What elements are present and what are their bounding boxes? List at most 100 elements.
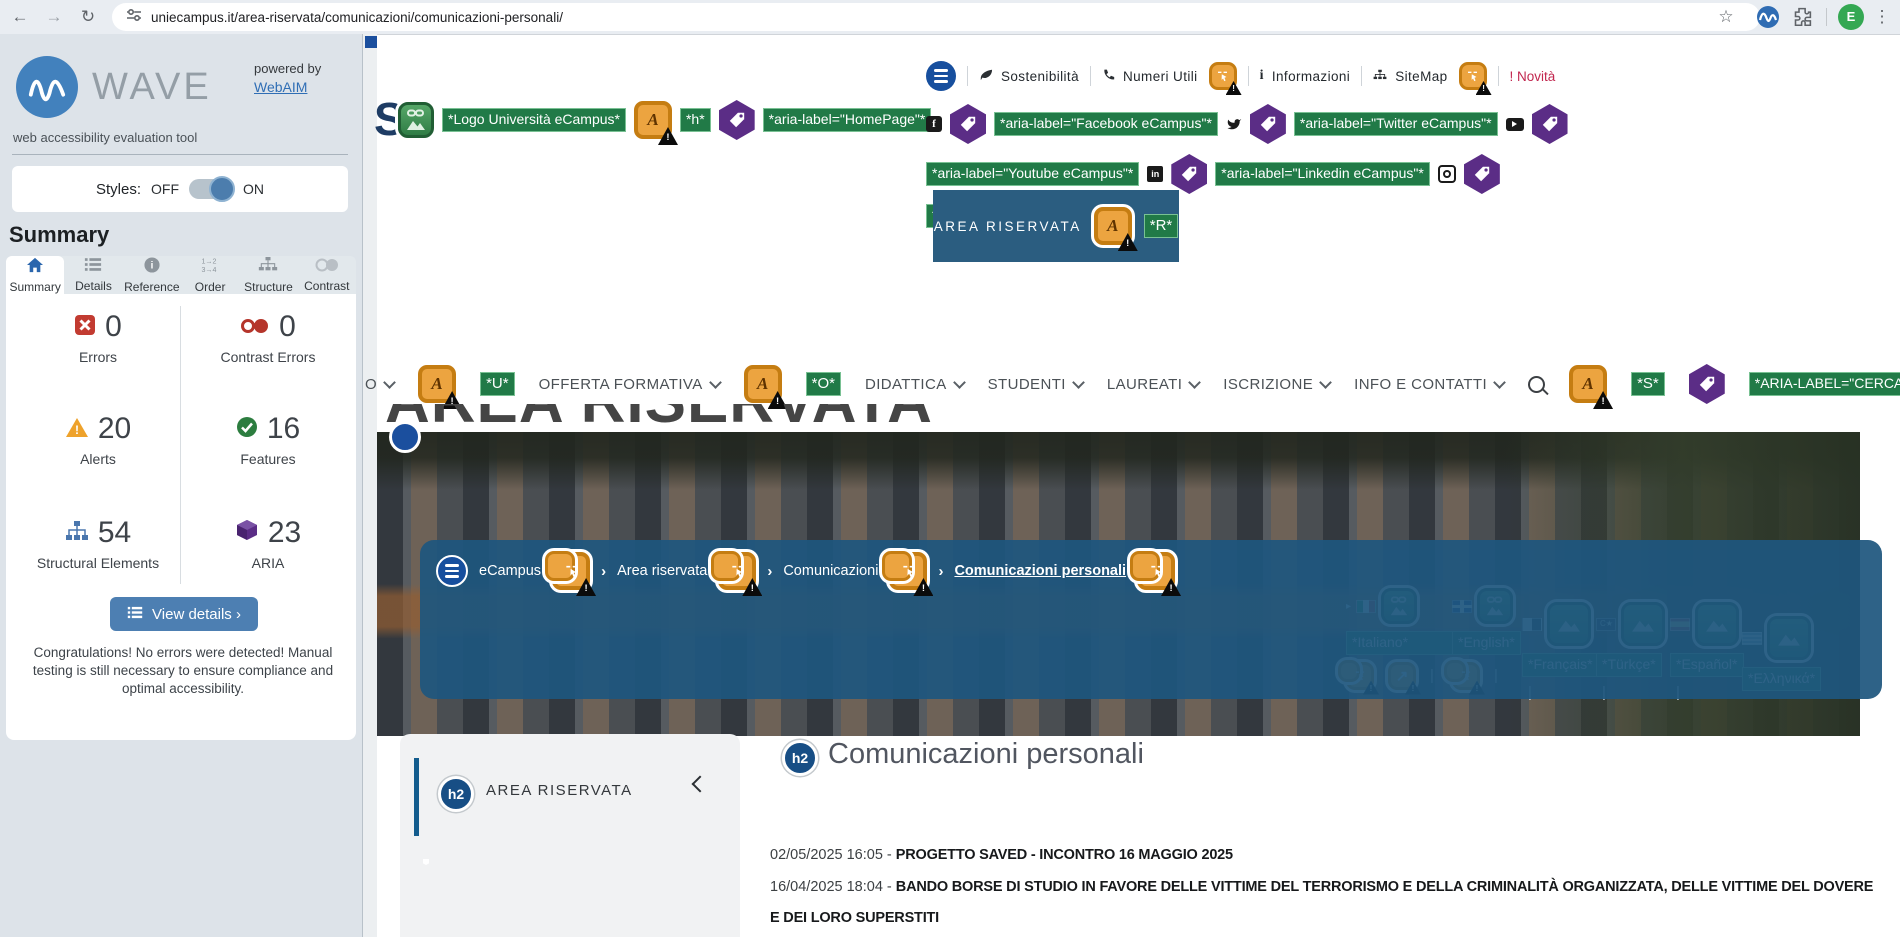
- utility-item-sitemap[interactable]: SiteMap: [1373, 69, 1447, 84]
- aria-label-icon[interactable]: [947, 101, 989, 147]
- nav-item-offerta-formativa[interactable]: OFFERTA FORMATIVA: [539, 376, 722, 393]
- breadcrumb-item-ecampus[interactable]: eCampus: [479, 563, 541, 579]
- region-badge: *O*: [805, 371, 841, 397]
- site-settings-icon[interactable]: [126, 8, 142, 27]
- profile-avatar[interactable]: E: [1838, 4, 1864, 30]
- news-list-item[interactable]: 02/05/2025 16:05 - PROGETTO SAVED - INCO…: [770, 840, 1233, 871]
- wave-extension-icon[interactable]: [1756, 5, 1780, 34]
- breadcrumb-item-area-riservata[interactable]: Area riservata: [617, 563, 707, 579]
- utility-nav: Sostenibilità Numeri Utili ! i Informazi…: [926, 58, 1556, 95]
- news-title[interactable]: BANDO BORSE DI STUDIO IN FAVORE DELLE VI…: [770, 879, 1873, 926]
- summary-heading: Summary: [9, 222, 110, 247]
- alert-icon-stack[interactable]: !: [545, 551, 597, 596]
- toolbar-divider: [1826, 8, 1827, 26]
- region-badge: *U*: [480, 371, 515, 397]
- nav-item-didattica[interactable]: DIDATTICA: [865, 376, 966, 393]
- nav-item-iscrizione[interactable]: ISCRIZIONE: [1223, 376, 1332, 393]
- browser-menu-icon[interactable]: ⋮: [1868, 4, 1896, 30]
- stat-label: Errors: [78, 349, 118, 365]
- alert-icon[interactable]: !: [1208, 62, 1242, 95]
- address-bar[interactable]: uniecampus.it/area-riservata/comunicazio…: [112, 3, 1760, 31]
- linked-image-alt-icon[interactable]: [398, 102, 434, 138]
- alert-icon[interactable]: A!: [743, 365, 788, 409]
- tab-order[interactable]: 1→2 3→4 Order: [181, 256, 239, 294]
- list-icon: [84, 257, 102, 277]
- chevron-down-icon: [1493, 375, 1506, 389]
- alt-text-badge: *Logo Università eCampus*: [442, 108, 626, 132]
- linkedin-icon[interactable]: in: [1147, 166, 1164, 182]
- summary-stats-panel: 0 Errors 0 Contrast Errors ! 20 Alerts 16…: [6, 294, 356, 740]
- aria-label-badge: *ARIA-LABEL="CERCA NEL SITO"*: [1748, 372, 1900, 396]
- news-list-item[interactable]: 16/04/2025 18:04 - BANDO BORSE DI STUDIO…: [770, 872, 1878, 934]
- stat-label: Structural Elements: [36, 555, 160, 571]
- twitter-icon[interactable]: [1226, 118, 1242, 131]
- youtube-icon[interactable]: [1505, 117, 1524, 131]
- search-icon[interactable]: [1528, 375, 1546, 393]
- svg-text:i: i: [150, 260, 153, 271]
- tab-contrast[interactable]: Contrast: [298, 256, 356, 294]
- url-text[interactable]: uniecampus.it/area-riservata/comunicazio…: [151, 10, 563, 25]
- stat-label: Contrast Errors: [220, 349, 316, 365]
- tab-details[interactable]: Details: [64, 256, 122, 294]
- aria-label-badge: *aria-label="Facebook eCampus"*: [994, 112, 1218, 136]
- tab-summary[interactable]: Summary: [6, 256, 65, 294]
- alert-icon[interactable]: !: [1458, 62, 1492, 95]
- aria-label-icon[interactable]: [1246, 101, 1289, 147]
- divider: [12, 154, 348, 155]
- webaim-link[interactable]: WebAIM: [254, 79, 307, 95]
- aria-label-icon[interactable]: [1168, 151, 1211, 197]
- utility-item-sostenibilita[interactable]: Sostenibilità: [979, 68, 1079, 84]
- alert-icon-stack[interactable]: !: [711, 551, 763, 596]
- collapse-chevron-icon[interactable]: [691, 775, 709, 793]
- aria-label-icon[interactable]: [1460, 151, 1503, 197]
- powered-by-text: powered by: [254, 61, 322, 76]
- stat-value: 0: [105, 310, 122, 343]
- utility-item-numeri-utili[interactable]: Numeri Utili: [1102, 68, 1198, 84]
- aria-label-icon[interactable]: [1528, 101, 1571, 147]
- section-sidebar-title[interactable]: AREA RISERVATA: [486, 782, 633, 799]
- back-icon[interactable]: ←: [6, 4, 34, 30]
- tab-reference[interactable]: i Reference: [123, 256, 181, 294]
- contrast-error-icon: [240, 310, 270, 344]
- alert-icon-stack[interactable]: !: [882, 551, 934, 596]
- bookmark-star-icon[interactable]: ☆: [1712, 4, 1740, 30]
- utility-item-novita[interactable]: ! Novità: [1510, 69, 1556, 84]
- tab-structure[interactable]: Structure: [239, 256, 297, 294]
- breadcrumb-item-comunicazioni-personali[interactable]: Comunicazioni personali: [954, 563, 1126, 579]
- alert-icon-stack[interactable]: !: [1130, 551, 1182, 596]
- instagram-icon[interactable]: [1437, 165, 1456, 183]
- tab-label: Summary: [9, 279, 61, 294]
- alert-icon[interactable]: A!: [1569, 365, 1614, 409]
- breadcrumb-item-comunicazioni[interactable]: Comunicazioni: [783, 563, 878, 579]
- page-fragment: [365, 36, 377, 48]
- forward-icon[interactable]: →: [40, 4, 68, 30]
- aria-label-icon[interactable]: [715, 97, 758, 143]
- alert-icon[interactable]: A!: [633, 101, 678, 145]
- extensions-puzzle-icon[interactable]: [1792, 6, 1813, 32]
- nav-item-universita[interactable]: O: [365, 376, 396, 393]
- reload-icon[interactable]: ↻: [74, 4, 102, 30]
- breadcrumb-panel: eCampus ! › Area riservata ! › Comunicaz…: [420, 540, 1882, 699]
- view-details-label: View details ›: [152, 605, 241, 623]
- alert-icon[interactable]: A!: [418, 365, 463, 409]
- styles-toggle[interactable]: [189, 176, 235, 202]
- toggle-knob[interactable]: [209, 176, 235, 202]
- menu-circle-icon[interactable]: [926, 61, 956, 91]
- nav-item-studenti[interactable]: STUDENTI: [988, 376, 1085, 393]
- news-title[interactable]: PROGETTO SAVED - INCONTRO 16 MAGGIO 2025: [896, 847, 1233, 863]
- page-edge-strip: [363, 34, 377, 937]
- aria-label-badge: *aria-label="Twitter eCampus"*: [1293, 112, 1498, 136]
- nav-item-laureati[interactable]: LAUREATI: [1107, 376, 1202, 393]
- alert-icon[interactable]: A!: [1093, 207, 1138, 251]
- menu-circle-icon[interactable]: [389, 421, 421, 453]
- aria-label-icon[interactable]: [1685, 361, 1728, 407]
- area-riservata-button[interactable]: AREA RISERVATA A! *R*: [933, 190, 1179, 262]
- divider: [967, 66, 968, 86]
- warning-triangle-icon: !: [1117, 233, 1138, 251]
- view-details-button[interactable]: View details ›: [110, 597, 258, 631]
- menu-circle-icon[interactable]: [436, 555, 468, 587]
- nav-item-info-contatti[interactable]: INFO E CONTATTI: [1354, 375, 1506, 393]
- facebook-icon[interactable]: f: [926, 116, 942, 132]
- utility-item-informazioni[interactable]: i Informazioni: [1260, 68, 1351, 84]
- svg-text:3→4: 3→4: [202, 266, 217, 273]
